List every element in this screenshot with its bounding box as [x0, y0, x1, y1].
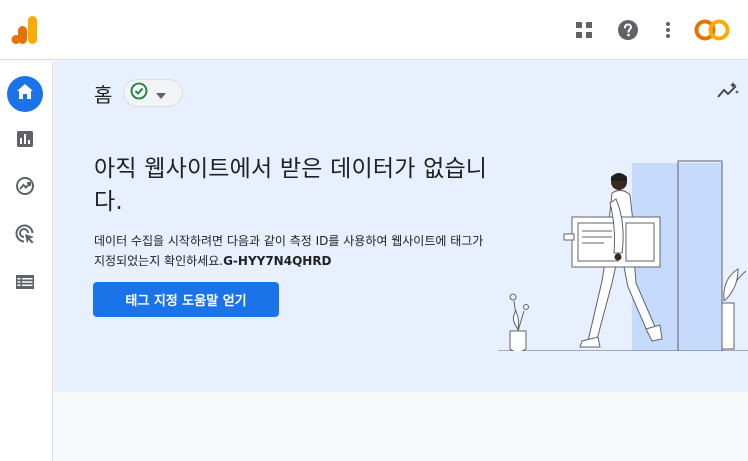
nav-reports[interactable]	[7, 123, 43, 159]
account-avatar[interactable]	[692, 14, 732, 46]
side-navigation	[0, 61, 53, 461]
apps-grid-icon[interactable]	[570, 16, 598, 44]
home-icon	[15, 82, 35, 106]
empty-state-description: 데이터 수집을 시작하려면 다음과 같이 측정 ID를 사용하여 웹사이트에 태…	[94, 231, 494, 271]
more-vert-icon[interactable]	[654, 16, 682, 44]
measurement-id: G-HYY7N4QHRD	[223, 254, 332, 268]
list-icon	[16, 274, 34, 294]
insights-icon[interactable]	[714, 77, 742, 105]
empty-state-illustration	[498, 151, 748, 353]
check-circle-icon	[130, 82, 148, 104]
main-content: 홈 아직 웹사이트에서 받은 데이터가 없습니다. 데이터 수집을 시작하려면 …	[54, 61, 748, 461]
nav-advertising[interactable]	[7, 218, 43, 254]
help-icon[interactable]	[614, 16, 642, 44]
top-app-bar	[0, 0, 748, 60]
analytics-logo-icon[interactable]	[10, 14, 40, 46]
empty-state-headline: 아직 웹사이트에서 받은 데이터가 없습니다.	[94, 156, 488, 215]
bar-chart-icon	[16, 130, 34, 152]
nav-configure[interactable]	[7, 266, 43, 302]
target-cursor-icon	[15, 224, 35, 248]
data-status-dropdown[interactable]	[123, 79, 183, 107]
dropdown-arrow-icon	[156, 84, 166, 103]
empty-state-banner: 홈 아직 웹사이트에서 받은 데이터가 없습니다. 데이터 수집을 시작하려면 …	[54, 61, 748, 392]
page-title: 홈	[94, 83, 113, 107]
nav-home[interactable]	[7, 76, 43, 112]
tagging-help-button[interactable]: 태그 지정 도움말 얻기	[93, 282, 279, 317]
nav-explore[interactable]	[7, 170, 43, 206]
explore-trend-icon	[15, 176, 35, 200]
